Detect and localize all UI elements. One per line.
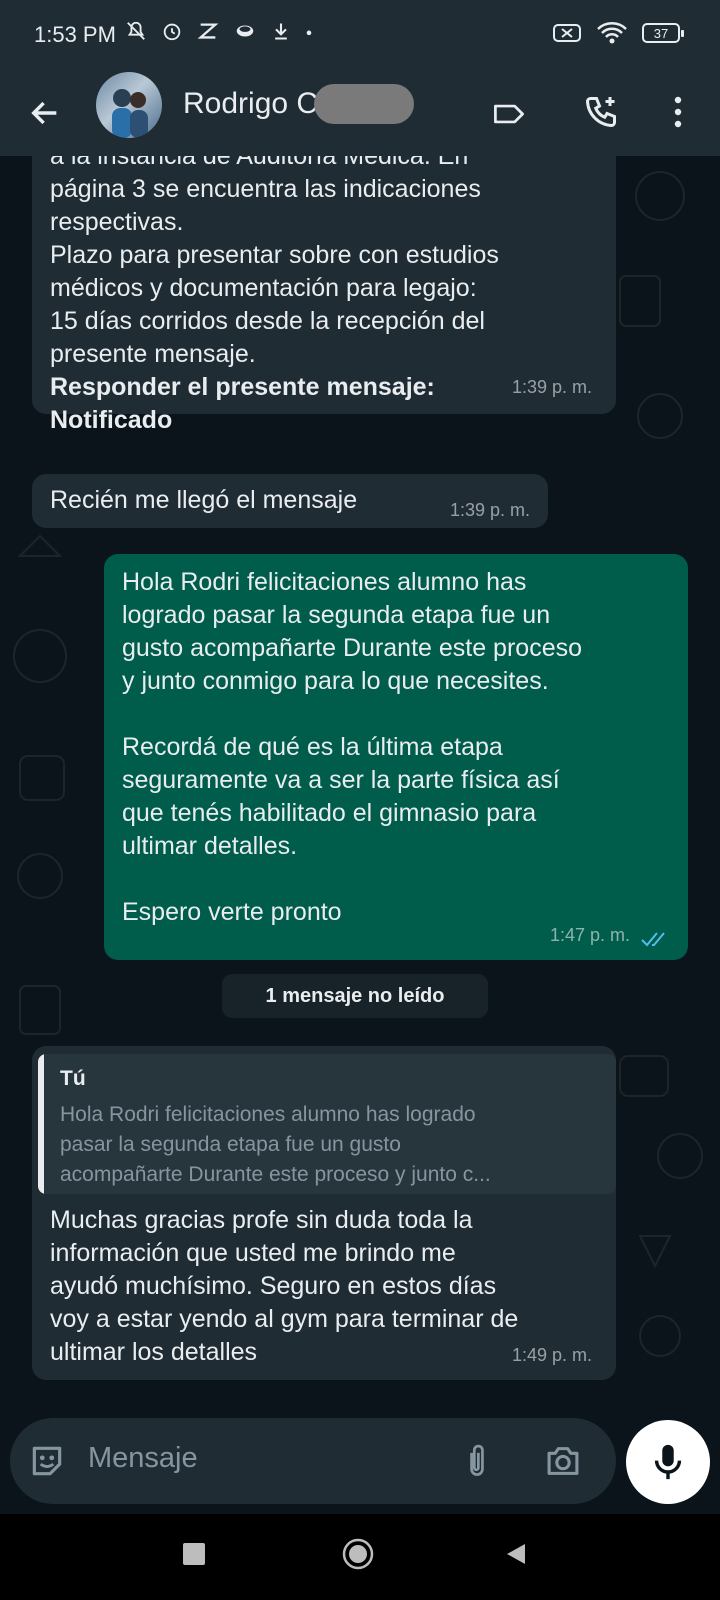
message-timestamp: 1:39 p. m. — [449, 500, 530, 520]
recents-icon — [183, 1543, 205, 1565]
camera-icon — [547, 1447, 579, 1475]
message-bubble-incoming[interactable]: Recién me llegó el mensaje 1:39 p. m. — [32, 474, 548, 528]
message-text-line: logrado pasar la segunda etapa fue un — [122, 601, 551, 629]
home-icon — [342, 1538, 374, 1570]
message-text-line: Hola Rodri felicitaciones alumno has — [122, 568, 527, 596]
message-text-line: página 3 se encuentra las indicaciones — [50, 175, 481, 203]
label-icon — [494, 104, 524, 124]
message-text-line: ayudó muchísimo. Seguro en estos días — [50, 1272, 497, 1300]
message-bubble-incoming[interactable]: Tú Hola Rodri felicitaciones alumno has … — [32, 1046, 616, 1380]
dot-icon — [306, 30, 312, 36]
battery-level: 37 — [653, 25, 669, 41]
attach-icon — [470, 1444, 484, 1476]
muted-icon — [127, 21, 145, 40]
message-text-line: Espero verte pronto — [122, 898, 342, 926]
label-button[interactable] — [484, 86, 534, 142]
alarm-icon — [163, 23, 181, 41]
message-timestamp: 1:49 p. m. — [511, 1345, 592, 1365]
more-options-button[interactable] — [656, 84, 700, 140]
chat-area[interactable]: a la instancia de Auditoría Médica. En p… — [0, 156, 720, 1418]
more-vert-icon — [674, 96, 682, 128]
add-call-button[interactable] — [576, 84, 626, 140]
message-text-line: Recordá de qué es la última etapa — [122, 733, 503, 761]
redaction-mark — [314, 84, 414, 124]
message-composer[interactable]: Mensaje — [10, 1418, 616, 1504]
attach-button[interactable] — [456, 1440, 498, 1482]
message-text: Recién me llegó el mensaje — [50, 486, 358, 514]
message-input[interactable]: Mensaje — [88, 1442, 198, 1475]
emoji-button[interactable] — [26, 1440, 68, 1482]
message-timestamp: 1:39 p. m. — [511, 377, 592, 397]
message-bubble-incoming[interactable]: a la instancia de Auditoría Médica. En p… — [32, 156, 616, 434]
message-text-line: a la instancia de Auditoría Médica. En — [50, 156, 469, 170]
voice-message-button[interactable] — [626, 1420, 710, 1504]
message-text-line: respectivas. — [50, 208, 184, 236]
message-bold-line: Responder el presente mensaje: — [50, 373, 435, 401]
cloud-icon — [236, 25, 254, 37]
message-bold-line: Notificado — [50, 406, 173, 434]
message-text-line: Muchas gracias profe sin duda toda la — [50, 1206, 473, 1234]
home-button[interactable] — [336, 1532, 380, 1576]
message-text-line: gusto acompañarte Durante este proceso — [122, 634, 582, 662]
message-text-line: Plazo para presentar sobre con estudios — [50, 241, 499, 269]
message-text-line: ultimar detalles. — [122, 832, 298, 860]
message-text-line: que tenés habilitado el gimnasio para — [122, 799, 537, 827]
message-text-line: ultimar los detalles — [50, 1338, 258, 1366]
back-arrow-icon — [31, 101, 57, 125]
unread-divider-label: 1 mensaje no leído — [265, 984, 445, 1007]
status-system-icons: 37 — [552, 20, 684, 46]
quote-text-line: Hola Rodri felicitaciones alumno has log… — [60, 1103, 476, 1126]
sim-off-icon — [553, 24, 581, 42]
system-nav-bar — [0, 1514, 720, 1600]
status-time: 1:53 PM — [34, 22, 116, 47]
message-bubble-outgoing[interactable]: Hola Rodri felicitaciones alumno has log… — [104, 554, 688, 960]
message-text-line: médicos y documentación para legajo: — [50, 274, 477, 302]
unread-divider: 1 mensaje no leído — [222, 974, 488, 1018]
message-text-line: presente mensaje. — [50, 340, 256, 368]
message-text-line: seguramente va a ser la parte física así — [122, 766, 560, 794]
app-icon — [197, 23, 219, 39]
read-receipt-icon — [641, 932, 665, 947]
message-text-line: y junto conmigo para lo que necesites. — [122, 667, 549, 695]
chat-header: Rodrigo C — [0, 72, 720, 156]
quote-accent-bar — [38, 1054, 44, 1194]
camera-button[interactable] — [540, 1440, 586, 1482]
avatar[interactable] — [96, 72, 162, 138]
add-call-icon — [585, 97, 616, 128]
recents-button[interactable] — [174, 1534, 214, 1574]
contact-name[interactable]: Rodrigo C — [183, 87, 318, 121]
quoted-message[interactable]: Tú Hola Rodri felicitaciones alumno has … — [38, 1054, 616, 1194]
message-text-line: información que usted me brindo me — [50, 1239, 456, 1267]
mic-icon — [654, 1444, 682, 1480]
back-button[interactable] — [20, 88, 70, 138]
message-timestamp: 1:47 p. m. — [549, 925, 630, 945]
message-text-line: 15 días corridos desde la recepción del — [50, 307, 485, 335]
avatar-photo — [112, 89, 148, 138]
nav-back-button[interactable] — [496, 1534, 536, 1574]
back-icon — [507, 1544, 525, 1564]
quote-text-line: acompañarte Durante este proceso y junto… — [60, 1163, 491, 1186]
message-text-line: voy a estar yendo al gym para terminar d… — [50, 1305, 519, 1333]
status-notification-icons — [125, 20, 313, 42]
wifi-icon — [597, 22, 627, 44]
status-bar: 1:53 PM 37 — [0, 0, 720, 72]
download-icon — [275, 23, 287, 40]
quote-text-line: pasar la segunda etapa fue un gusto — [60, 1133, 401, 1156]
emoji-icon — [32, 1446, 62, 1476]
quote-author: Tú — [60, 1067, 86, 1090]
battery-indicator: 37 — [642, 23, 684, 43]
